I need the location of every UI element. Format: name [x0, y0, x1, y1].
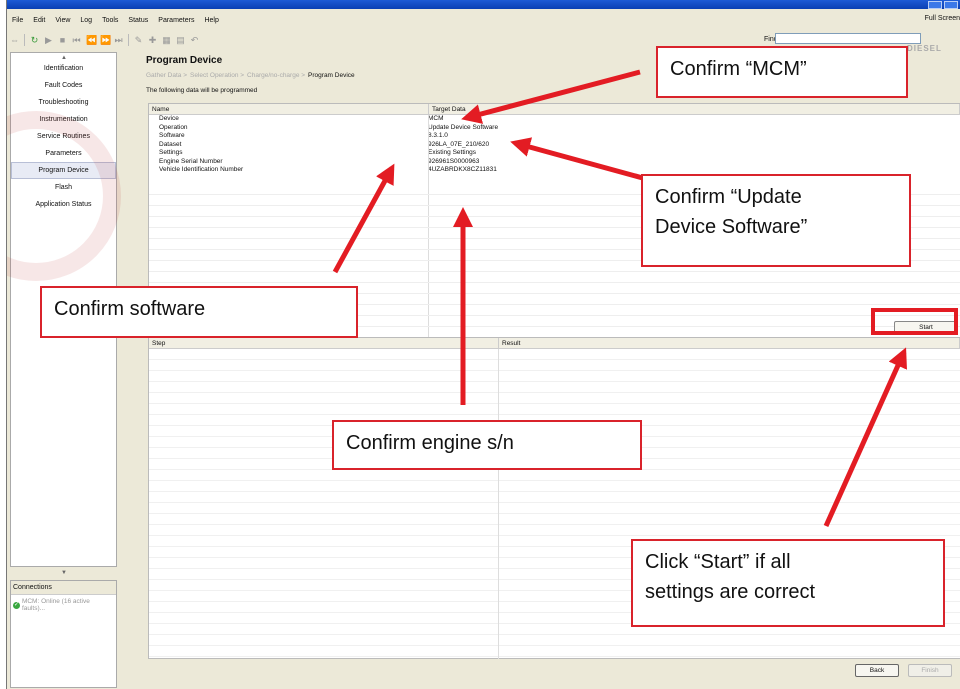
callout-text: Confirm software	[54, 298, 206, 320]
row-name: Vehicle Identification Number	[159, 166, 244, 173]
column-header-target-data[interactable]: Target Data	[429, 104, 960, 114]
callout-text: Confirm “MCM”	[670, 58, 807, 80]
sidebar-item-application-status[interactable]: Application Status	[11, 196, 116, 213]
minimize-button[interactable]	[928, 1, 942, 9]
breadcrumb-charge: Charge/no-charge >	[247, 72, 306, 79]
connection-status: MCM: Online (16 active faults)...	[21, 598, 90, 612]
page-title: Program Device	[146, 55, 223, 66]
menu-help[interactable]: Help	[199, 17, 223, 24]
sidebar-item-parameters[interactable]: Parameters	[11, 145, 116, 162]
connections-panel: Connections ✓ MCM: Online (16 active fau…	[10, 580, 117, 688]
connection-row[interactable]: ✓ MCM: Online (16 active faults)...	[11, 595, 116, 615]
find-input[interactable]	[775, 33, 921, 44]
finish-button[interactable]: Finish	[908, 664, 952, 677]
check-icon: ✓	[13, 601, 20, 609]
sidebar-item-program-device[interactable]: Program Device	[11, 162, 116, 179]
row-value: Existing Settings	[428, 149, 477, 156]
row-name: Operation	[159, 123, 188, 131]
row-value: Update Device Software	[428, 123, 499, 131]
callout-confirm-engine: Confirm engine s/n	[332, 420, 642, 470]
callout-confirm-software: Confirm software	[40, 286, 358, 338]
grid-icon[interactable]: ▦	[162, 35, 171, 45]
menu-bar: File Edit View Log Tools Status Paramete…	[7, 13, 960, 27]
callout-text-line1: Confirm “Update	[655, 186, 802, 208]
tool-icon[interactable]: ✎	[134, 35, 143, 45]
sidebar-item-flash[interactable]: Flash	[11, 179, 116, 196]
callout-text-line2: settings are correct	[645, 581, 816, 603]
full-screen-button[interactable]: Full Screen	[925, 15, 960, 22]
menu-log[interactable]: Log	[75, 17, 97, 24]
menu-file[interactable]: File	[7, 17, 28, 24]
row-value: 4UZABRDKX8CZ11831	[428, 166, 497, 173]
play-icon[interactable]: ▶	[44, 35, 53, 45]
refresh-icon[interactable]: ↻	[30, 35, 39, 45]
sidebar-item-fault-codes[interactable]: Fault Codes	[11, 77, 116, 94]
stop-icon[interactable]: ■	[58, 35, 67, 45]
callout-click-start: Click “Start” if all settings are correc…	[631, 539, 945, 627]
row-value: 926961S0000963	[428, 157, 480, 165]
menu-parameters[interactable]: Parameters	[153, 17, 199, 24]
callout-text-line2: Device Software”	[655, 216, 808, 238]
rewind-icon[interactable]: ⏪	[86, 35, 97, 45]
menu-view[interactable]: View	[50, 17, 75, 24]
table-row[interactable]: Software 8.3.1.0	[149, 132, 960, 141]
title-bar	[7, 0, 960, 9]
close-button[interactable]	[944, 1, 958, 9]
breadcrumb: Gather Data > Select Operation > Charge/…	[146, 72, 355, 79]
scroll-up-icon[interactable]: ▲	[61, 55, 67, 61]
row-name: Engine Serial Number	[159, 157, 223, 165]
row-name: Settings	[159, 149, 183, 156]
row-name: Software	[159, 132, 185, 139]
undo-icon[interactable]: ↶	[190, 35, 199, 45]
sidebar-item-service-routines[interactable]: Service Routines	[11, 128, 116, 145]
breadcrumb-select-operation: Select Operation >	[190, 72, 245, 79]
column-header-step[interactable]: Step	[149, 338, 499, 348]
table-row[interactable]: Device MCM	[149, 115, 960, 124]
menu-tools[interactable]: Tools	[97, 17, 123, 24]
connect-icon[interactable]: ⇔	[10, 35, 19, 45]
sidebar-item-instrumentation[interactable]: Instrumentation	[11, 111, 116, 128]
add-icon[interactable]: ✚	[148, 35, 157, 45]
scroll-down-icon[interactable]: ▼	[61, 570, 67, 576]
back-button[interactable]: Back	[855, 664, 899, 677]
column-header-result[interactable]: Result	[499, 338, 960, 348]
fast-forward-icon[interactable]: ⏩	[100, 35, 111, 45]
table-row[interactable]: Dataset 926LA_07E_210/620	[149, 141, 960, 150]
callout-confirm-operation: Confirm “Update Device Software”	[641, 174, 911, 267]
sidebar-item-troubleshooting[interactable]: Troubleshooting	[11, 94, 116, 111]
row-name: Device	[159, 115, 179, 122]
skip-forward-icon[interactable]: ⏭	[114, 35, 123, 45]
table-row[interactable]: Operation Update Device Software	[149, 124, 960, 133]
table-header: Step Result	[149, 338, 960, 349]
callout-confirm-mcm: Confirm “MCM”	[656, 46, 908, 98]
sidebar-item-identification[interactable]: Identification	[11, 60, 116, 77]
table-row[interactable]: Engine Serial Number 926961S0000963	[149, 158, 960, 167]
row-name: Dataset	[159, 140, 182, 148]
table-header: Name Target Data	[149, 104, 960, 115]
skip-back-icon[interactable]: ⏮	[72, 35, 81, 45]
row-value: 926LA_07E_210/620	[428, 140, 490, 148]
connections-title: Connections	[11, 581, 116, 595]
start-button-highlight	[871, 308, 958, 335]
table-row[interactable]: Settings Existing Settings	[149, 149, 960, 158]
callout-text: Confirm engine s/n	[346, 432, 514, 454]
breadcrumb-program-device: Program Device	[308, 72, 355, 79]
breadcrumb-gather-data: Gather Data >	[146, 72, 188, 79]
table-icon[interactable]: ▤	[176, 35, 185, 45]
menu-edit[interactable]: Edit	[28, 17, 50, 24]
callout-text-line1: Click “Start” if all	[645, 551, 791, 573]
intro-text: The following data will be programmed	[146, 87, 258, 94]
menu-status[interactable]: Status	[123, 17, 153, 24]
column-header-name[interactable]: Name	[149, 104, 429, 114]
